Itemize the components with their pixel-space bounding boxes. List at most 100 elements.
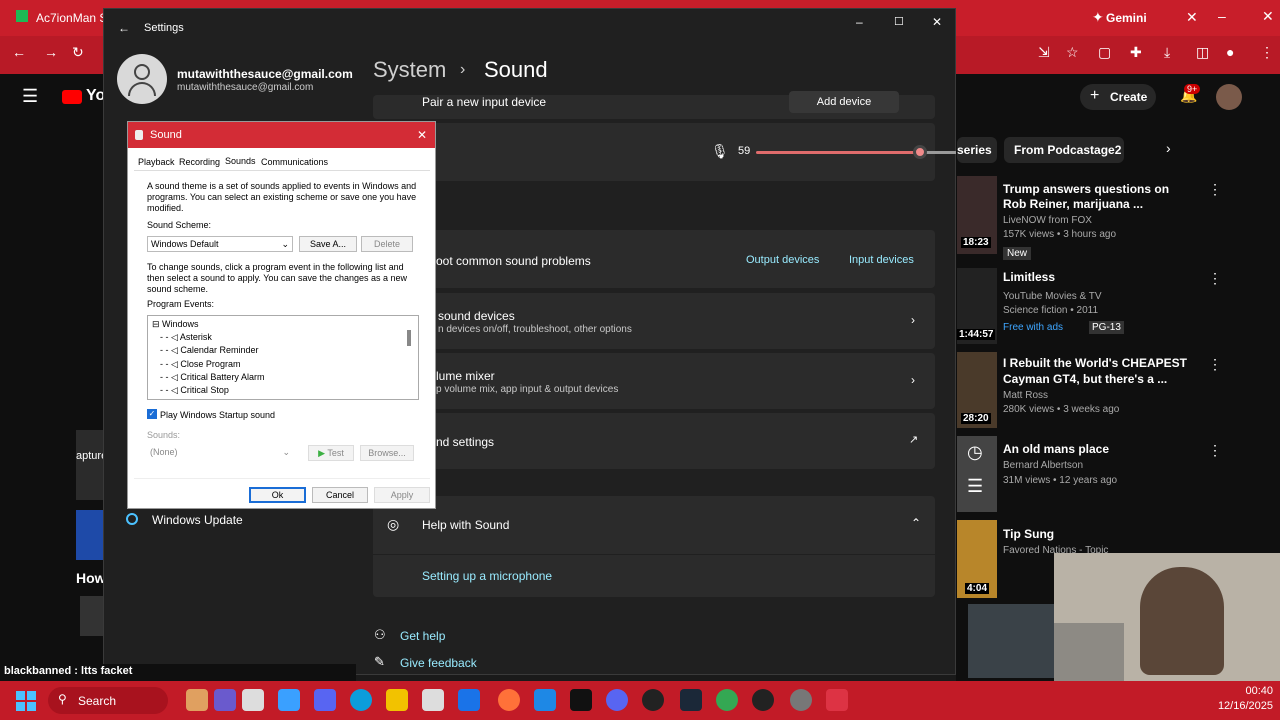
tab-playback[interactable]: Playback (138, 157, 175, 167)
video-title[interactable]: Trump answers questions on (1003, 182, 1169, 196)
forward-icon[interactable]: → (44, 44, 58, 60)
list-scrollbar[interactable] (407, 330, 411, 346)
chip[interactable]: series (957, 137, 997, 163)
list-item[interactable]: - - ◁ Asterisk (160, 332, 212, 343)
browser-tab-gemini[interactable]: Gemini (1106, 11, 1147, 25)
taskbar-app-icon[interactable] (214, 689, 236, 711)
ok-button[interactable]: Ok (249, 487, 306, 503)
get-help-link[interactable]: Get help (400, 629, 445, 643)
clock-time[interactable]: 00:40 (1223, 685, 1273, 697)
startup-checkbox[interactable]: ✓ (147, 409, 157, 419)
input-devices-link[interactable]: Input devices (849, 254, 914, 266)
nav-windows-update[interactable]: Windows Update (152, 513, 243, 527)
store-icon[interactable] (422, 689, 444, 711)
video-title[interactable]: Cayman GT4, but there's a ... (1003, 372, 1167, 386)
menu-icon[interactable]: ⋮ (1260, 44, 1274, 61)
obs-icon[interactable] (642, 689, 664, 711)
list-item[interactable]: - - ◁ Critical Stop (160, 385, 229, 396)
xbox-icon[interactable] (752, 689, 774, 711)
chip[interactable]: From Podcastage2 (1004, 137, 1124, 163)
volume-mixer-row[interactable]: lume mixer p volume mix, app input & out… (373, 353, 935, 409)
sound-app-icon[interactable] (826, 689, 848, 711)
list-item[interactable]: - - ◁ Close Program (160, 359, 240, 370)
task-view-icon[interactable] (242, 689, 264, 711)
sounds-select[interactable]: (None) ⌄ (147, 445, 293, 461)
taskbar-app-icon[interactable] (278, 689, 300, 711)
minimize-icon[interactable]: – (856, 15, 863, 29)
video-title[interactable]: Limitless (1003, 270, 1055, 284)
video-channel[interactable]: LiveNOW from FOX (1003, 214, 1092, 227)
browse-button[interactable]: Browse... (360, 445, 414, 461)
search-box[interactable]: ⚲ Search (48, 687, 168, 714)
tab-recording[interactable]: Recording (179, 157, 220, 167)
profile-icon[interactable]: ● (1226, 44, 1234, 60)
list-item[interactable]: - - ◁ Critical Battery Alarm (160, 372, 264, 383)
give-feedback-link[interactable]: Give feedback (400, 656, 477, 670)
chrome-icon[interactable] (716, 689, 738, 711)
video-title[interactable]: An old mans place (1003, 442, 1109, 456)
list-item[interactable]: - - ◁ Calendar Reminder (160, 345, 258, 356)
firefox-icon[interactable] (498, 689, 520, 711)
program-events-list[interactable]: ⊟ Windows - - ◁ Asterisk - - ◁ Calendar … (147, 315, 419, 400)
install-icon[interactable]: ⇲ (1038, 44, 1050, 61)
video-title[interactable]: I Rebuilt the World's CHEAPEST (1003, 356, 1187, 370)
taskbar-app-icon[interactable] (186, 689, 208, 711)
notion-icon[interactable] (570, 689, 592, 711)
close-icon[interactable]: ✕ (1262, 8, 1274, 25)
setting-up-mic-link[interactable]: Setting up a microphone (422, 569, 552, 583)
troubleshoot-row[interactable]: oot common sound problems Output devices… (373, 230, 935, 288)
more-options-icon[interactable]: ⋮ (1208, 181, 1222, 198)
all-sound-devices-row[interactable]: sound devices n devices on/off, troubles… (373, 293, 935, 349)
split-icon[interactable]: ◫ (1196, 44, 1209, 61)
more-options-icon[interactable]: ⋮ (1208, 356, 1222, 373)
volume-slider-thumb[interactable] (913, 145, 927, 159)
tab-sounds[interactable]: Sounds (225, 156, 256, 166)
video-channel[interactable]: YouTube Movies & TV (1003, 290, 1102, 303)
more-options-icon[interactable]: ⋮ (1208, 270, 1222, 287)
steam-icon[interactable] (680, 689, 702, 711)
discord-icon[interactable] (606, 689, 628, 711)
tab-close-icon[interactable]: ✕ (1186, 9, 1198, 26)
apply-button[interactable]: Apply (374, 487, 430, 503)
download-icon[interactable]: ⤓ (1164, 44, 1170, 61)
youtube-logo-icon[interactable] (62, 90, 82, 104)
close-icon[interactable]: ✕ (417, 122, 427, 148)
clock-date[interactable]: 12/16/2025 (1205, 700, 1273, 712)
tab-communications[interactable]: Communications (261, 157, 328, 167)
extensions-icon[interactable]: ✚ (1130, 44, 1142, 61)
scheme-select[interactable]: Windows Default ⌄ (147, 236, 293, 252)
close-icon[interactable]: ✕ (932, 15, 942, 29)
mail-icon[interactable] (458, 689, 480, 711)
create-button[interactable]: + Create (1080, 84, 1156, 110)
breadcrumb-parent[interactable]: System (373, 57, 446, 83)
video-title[interactable]: Tip Sung (1003, 527, 1054, 541)
edge-icon[interactable] (350, 689, 372, 711)
more-sound-settings-row[interactable]: nd settings ↗ (373, 413, 935, 469)
taskbar-app-icon[interactable] (314, 689, 336, 711)
video-title[interactable]: Rob Reiner, marijuana ... (1003, 197, 1143, 211)
chevron-right-icon[interactable]: › (1166, 140, 1171, 156)
save-as-button[interactable]: Save A... (299, 236, 357, 252)
help-with-sound-row[interactable]: ◎ Help with Sound ⌃ (373, 496, 935, 554)
test-button[interactable]: ▶ Test (308, 445, 354, 461)
more-options-icon[interactable]: ⋮ (1208, 442, 1222, 459)
settings-gear-icon[interactable] (790, 689, 812, 711)
tabs-icon[interactable]: ▢ (1098, 44, 1111, 61)
minimize-icon[interactable]: – (1218, 8, 1226, 24)
output-devices-link[interactable]: Output devices (746, 254, 819, 266)
dropbox-icon[interactable] (534, 689, 556, 711)
tree-root[interactable]: ⊟ Windows (152, 319, 199, 330)
video-channel[interactable]: Matt Ross (1003, 389, 1048, 402)
back-icon[interactable]: ← (12, 44, 26, 60)
back-arrow-icon[interactable]: ← (118, 21, 130, 35)
video-thumbnail[interactable]: ◷ ☰ (957, 436, 997, 512)
file-explorer-icon[interactable] (386, 689, 408, 711)
reload-icon[interactable]: ↻ (72, 44, 84, 61)
windows-start-icon[interactable] (16, 691, 36, 711)
hamburger-icon[interactable]: ☰ (22, 86, 38, 107)
cancel-button[interactable]: Cancel (312, 487, 368, 503)
bookmark-icon[interactable]: ☆ (1066, 44, 1079, 61)
avatar[interactable] (1216, 84, 1242, 110)
add-device-button[interactable]: Add device (789, 91, 899, 113)
maximize-icon[interactable]: ☐ (894, 15, 904, 28)
